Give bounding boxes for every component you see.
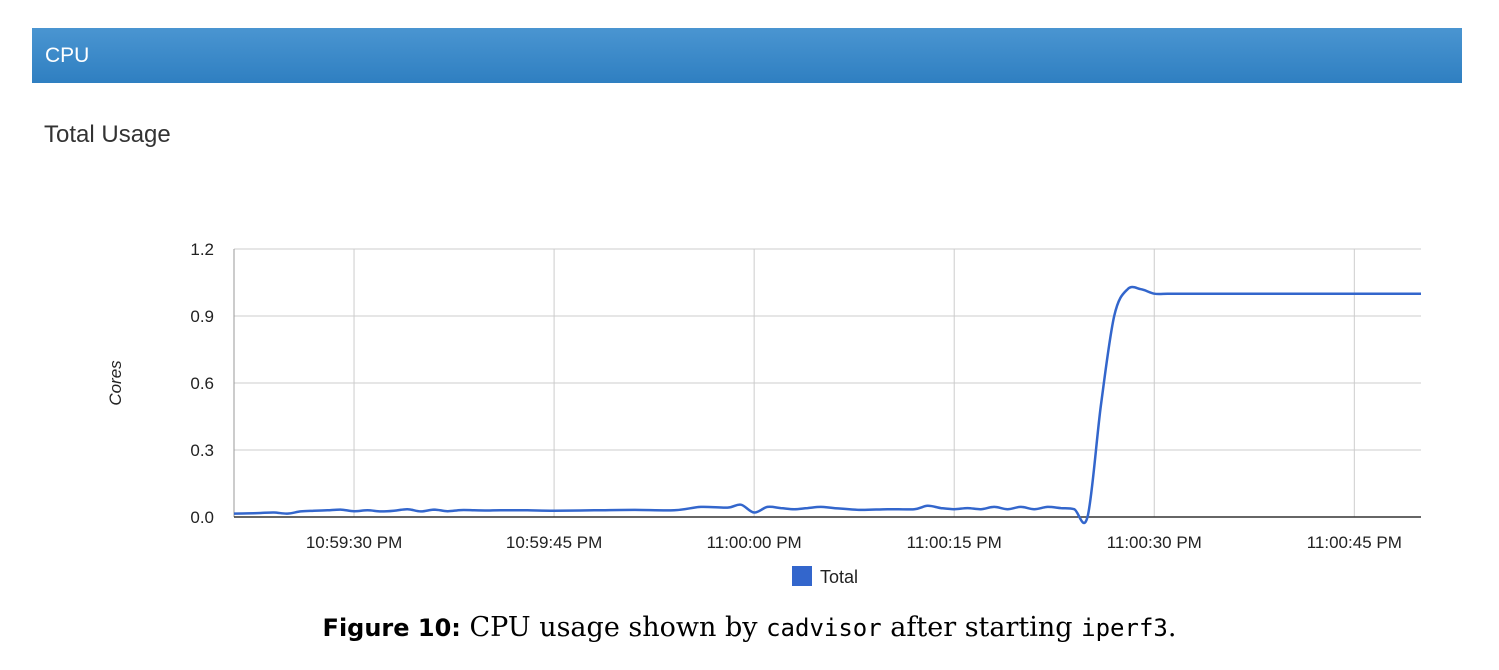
x-tick-label: 10:59:30 PM [306, 533, 402, 552]
caption-code-iperf3: iperf3 [1081, 614, 1168, 642]
caption-label: Figure 10: [322, 614, 461, 642]
y-tick-label: 0.0 [190, 508, 214, 527]
axis-layer: 0.0 0.3 0.6 0.9 1.2 10:59:30 PM 10:59:45 PM 11:… [106, 240, 1421, 552]
x-tick-label: 11:00:00 PM [707, 533, 802, 552]
caption-text-after: . [1167, 612, 1177, 643]
y-tick-label: 0.3 [190, 441, 214, 460]
y-tick-label: 0.6 [190, 374, 214, 393]
legend-label: Total [820, 567, 858, 587]
y-tick-label: 1.2 [190, 240, 214, 259]
series-layer [233, 285, 1421, 525]
cpu-usage-chart: 0.0 0.3 0.6 0.9 1.2 10:59:30 PM 10:59:45 PM 11:… [106, 240, 1421, 587]
grid-layer [234, 248, 1421, 517]
x-tick-label: 11:00:30 PM [1107, 533, 1202, 552]
caption-text-before: CPU usage shown by [469, 612, 758, 643]
x-tick-label: 11:00:45 PM [1307, 533, 1402, 552]
x-tick-label: 10:59:45 PM [506, 533, 602, 552]
series-line-total [233, 285, 1421, 525]
y-axis-label: Cores [106, 360, 125, 406]
x-tick-label: 11:00:15 PM [907, 533, 1002, 552]
caption-text-middle: after starting [890, 612, 1073, 643]
y-tick-label: 0.9 [190, 307, 214, 326]
caption-code-cadvisor: cadvisor [766, 614, 882, 642]
legend-swatch [792, 566, 812, 586]
legend: Total [792, 566, 858, 587]
figure-caption: Figure 10: CPU usage shown by cadvisor a… [0, 612, 1499, 643]
